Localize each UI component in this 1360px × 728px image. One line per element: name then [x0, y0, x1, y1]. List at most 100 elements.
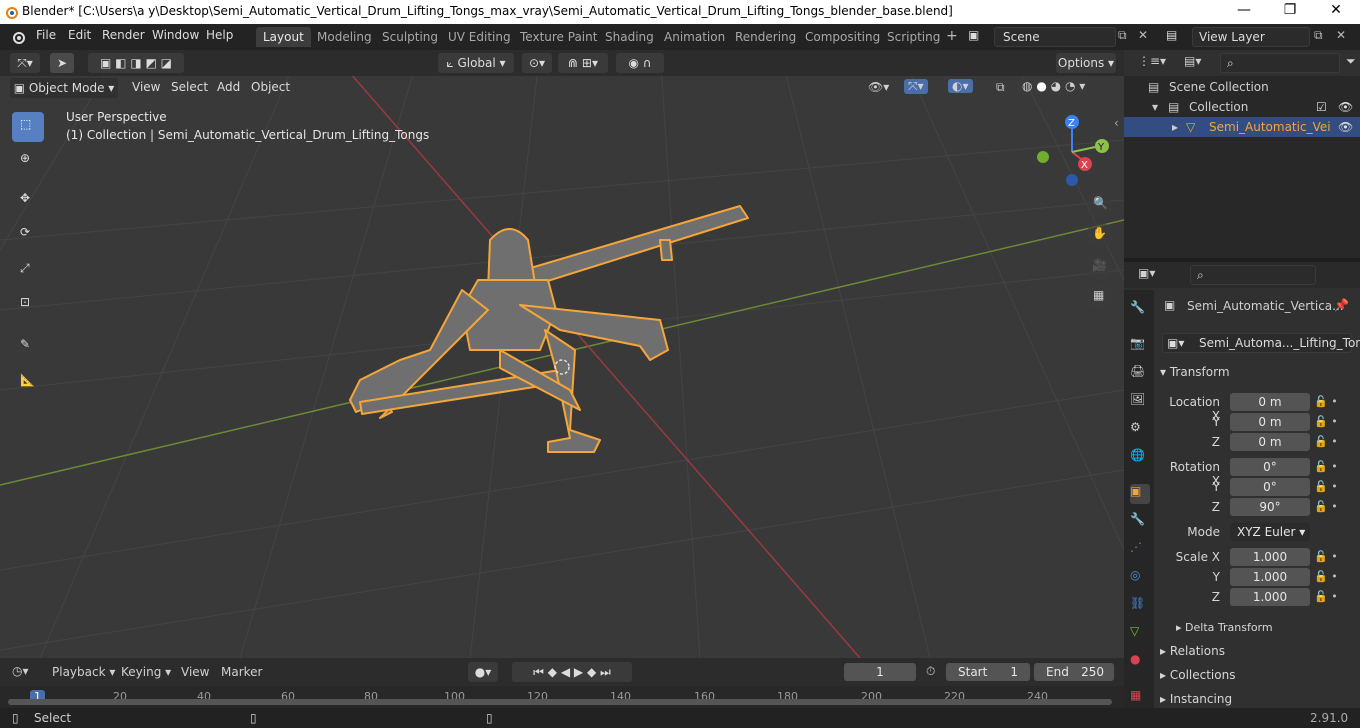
scale-y-field[interactable]: 1.000: [1230, 568, 1310, 586]
current-frame-field[interactable]: 1: [844, 663, 916, 681]
pivot-point-dropdown[interactable]: ⊙▾: [522, 53, 552, 73]
tab-uv-editing[interactable]: UV Editing: [441, 27, 518, 47]
physics-tab-icon[interactable]: ◎: [1130, 568, 1150, 588]
scene-icon[interactable]: ▣: [968, 28, 979, 42]
editor-type-button[interactable]: ⤧▾: [10, 53, 40, 73]
jump-start-icon[interactable]: ⏮: [533, 665, 544, 679]
display-mode-icon[interactable]: ▤▾: [1184, 54, 1201, 68]
object-mode-dropdown[interactable]: ▣ Object Mode ▾: [10, 78, 118, 98]
lock-scale-x-icon[interactable]: 🔓 •: [1314, 550, 1338, 563]
view-layer-field[interactable]: View Layer: [1192, 27, 1310, 47]
prev-keyframe-icon[interactable]: ◆: [548, 665, 557, 679]
stopwatch-icon[interactable]: ⏱: [926, 664, 935, 679]
lock-location-icons[interactable]: 🔓 •: [1314, 395, 1338, 408]
ortho-toggle-button[interactable]: ▦: [1086, 284, 1112, 310]
camera-view-button[interactable]: 🎥: [1086, 254, 1112, 280]
material-tab-icon[interactable]: ●: [1130, 652, 1150, 672]
play-icon[interactable]: ▶: [574, 665, 583, 679]
cursor-tool[interactable]: ⊕: [12, 146, 44, 176]
timeline-editor-icon[interactable]: ◷▾: [12, 664, 29, 678]
snap-button[interactable]: ⋒ ⊞▾: [558, 53, 608, 73]
menu-render[interactable]: Render: [102, 28, 145, 42]
properties-editor-icon[interactable]: ▣▾: [1138, 266, 1155, 280]
selection-modes[interactable]: ▣ ◧ ◨ ◩ ◪: [88, 53, 184, 73]
properties-search[interactable]: ⌕: [1190, 265, 1316, 285]
proportional-edit-button[interactable]: ◉ ∩: [616, 53, 664, 73]
timeline-scrollbar[interactable]: [8, 699, 1112, 705]
next-keyframe-icon[interactable]: ◆: [587, 665, 596, 679]
transform-tool[interactable]: ⊡: [12, 290, 44, 320]
rendered-icon[interactable]: ◔: [1065, 79, 1075, 93]
material-icon[interactable]: ◕: [1051, 79, 1061, 93]
play-reverse-icon[interactable]: ◀: [561, 665, 570, 679]
eye-icon[interactable]: 👁: [1338, 117, 1353, 137]
maximize-button[interactable]: ❐: [1270, 2, 1310, 22]
new-view-layer-icon[interactable]: ⧉: [1314, 28, 1323, 43]
lock-rotation-z-icon[interactable]: 🔓 •: [1314, 500, 1338, 513]
particles-tab-icon[interactable]: ⋰: [1130, 540, 1150, 560]
render-tab-icon[interactable]: 📷: [1130, 336, 1150, 356]
tab-sculpting[interactable]: Sculpting: [375, 27, 445, 47]
output-tab-icon[interactable]: 🖨: [1130, 364, 1150, 384]
menu-edit[interactable]: Edit: [68, 28, 91, 42]
expand-arrow-icon[interactable]: ▸: [1172, 117, 1178, 137]
new-scene-icon[interactable]: ⧉: [1118, 28, 1127, 43]
location-x-field[interactable]: 0 m: [1230, 393, 1310, 411]
menu-file[interactable]: File: [36, 28, 56, 42]
tab-scripting[interactable]: Scripting: [880, 27, 947, 47]
remove-view-layer-icon[interactable]: ✕: [1336, 28, 1346, 42]
measure-tool[interactable]: 📐: [12, 368, 44, 398]
rotation-mode-dropdown[interactable]: XYZ Euler ▾: [1230, 523, 1310, 541]
texture-tab-icon[interactable]: ▦: [1130, 688, 1150, 708]
location-z-field[interactable]: 0 m: [1230, 433, 1310, 451]
collections-header[interactable]: ▸ Collections: [1160, 668, 1235, 682]
wireframe-icon[interactable]: ◍: [1022, 79, 1032, 93]
select-mode-button[interactable]: ➤: [50, 53, 74, 73]
pin-icon[interactable]: 📌: [1334, 298, 1349, 312]
tab-compositing[interactable]: Compositing: [798, 27, 887, 47]
rotation-x-field[interactable]: 0°: [1230, 458, 1310, 476]
outliner-search[interactable]: ⌕: [1220, 53, 1340, 73]
scale-tool[interactable]: ⤢: [12, 256, 44, 286]
timeline-view-menu[interactable]: View: [181, 665, 209, 679]
keying-menu[interactable]: Keying ▾: [121, 665, 171, 679]
instancing-header[interactable]: ▸ Instancing: [1160, 692, 1232, 706]
xray-icon[interactable]: ⧉: [996, 80, 1005, 95]
checkbox-icon[interactable]: ☑: [1316, 97, 1327, 117]
move-tool[interactable]: ✥: [12, 186, 44, 216]
add-workspace-icon[interactable]: +: [946, 28, 958, 44]
object-tab-icon[interactable]: ▣: [1130, 484, 1150, 504]
view-layer-icon[interactable]: ▤: [1166, 28, 1177, 42]
scale-x-field[interactable]: 1.000: [1230, 548, 1310, 566]
transform-orientation-dropdown[interactable]: ⟀ Global ▾: [438, 53, 514, 73]
tab-shading[interactable]: Shading: [598, 27, 661, 47]
constraints-tab-icon[interactable]: ⛓: [1130, 596, 1150, 616]
select-box-tool[interactable]: ⬚: [12, 112, 44, 142]
record-button[interactable]: ●▾: [468, 662, 498, 682]
tab-layout[interactable]: Layout: [256, 27, 311, 47]
menu-view[interactable]: View: [132, 80, 160, 94]
lock-rotation-x-icon[interactable]: 🔓 •: [1314, 460, 1338, 473]
object-data-field[interactable]: ▣▾ Semi_Automa..._Lifting_Tongs: [1162, 333, 1360, 353]
data-tab-icon[interactable]: ▽: [1130, 624, 1150, 644]
close-button[interactable]: ✕: [1316, 2, 1356, 22]
gizmos-icon[interactable]: ⤧▾: [904, 79, 928, 94]
overlays-icon[interactable]: ◐▾: [948, 79, 973, 93]
tab-animation[interactable]: Animation: [657, 27, 732, 47]
world-tab-icon[interactable]: 🌐: [1130, 448, 1150, 468]
playback-menu[interactable]: Playback ▾: [52, 665, 115, 679]
annotate-tool[interactable]: ✎: [12, 332, 44, 362]
sidebar-toggle-icon[interactable]: ‹: [1114, 116, 1119, 130]
rotation-z-field[interactable]: 90°: [1230, 498, 1310, 516]
lock-rotation-y-icon[interactable]: 🔓 •: [1314, 480, 1338, 493]
shading-modes[interactable]: ◍ ● ◕ ◔ ▾: [1018, 79, 1090, 93]
relations-header[interactable]: ▸ Relations: [1160, 644, 1225, 658]
tool-tab-icon[interactable]: 🔧: [1130, 300, 1150, 320]
tab-texture-paint[interactable]: Texture Paint: [513, 27, 604, 47]
playback-controls[interactable]: ⏮ ◆ ◀ ▶ ◆ ⏭: [512, 662, 632, 682]
tab-rendering[interactable]: Rendering: [728, 27, 803, 47]
view-layer-tab-icon[interactable]: 🖼: [1130, 392, 1150, 412]
delta-transform-header[interactable]: ▸ Delta Transform: [1176, 621, 1273, 634]
menu-window[interactable]: Window: [152, 28, 199, 42]
menu-select[interactable]: Select: [171, 80, 208, 94]
